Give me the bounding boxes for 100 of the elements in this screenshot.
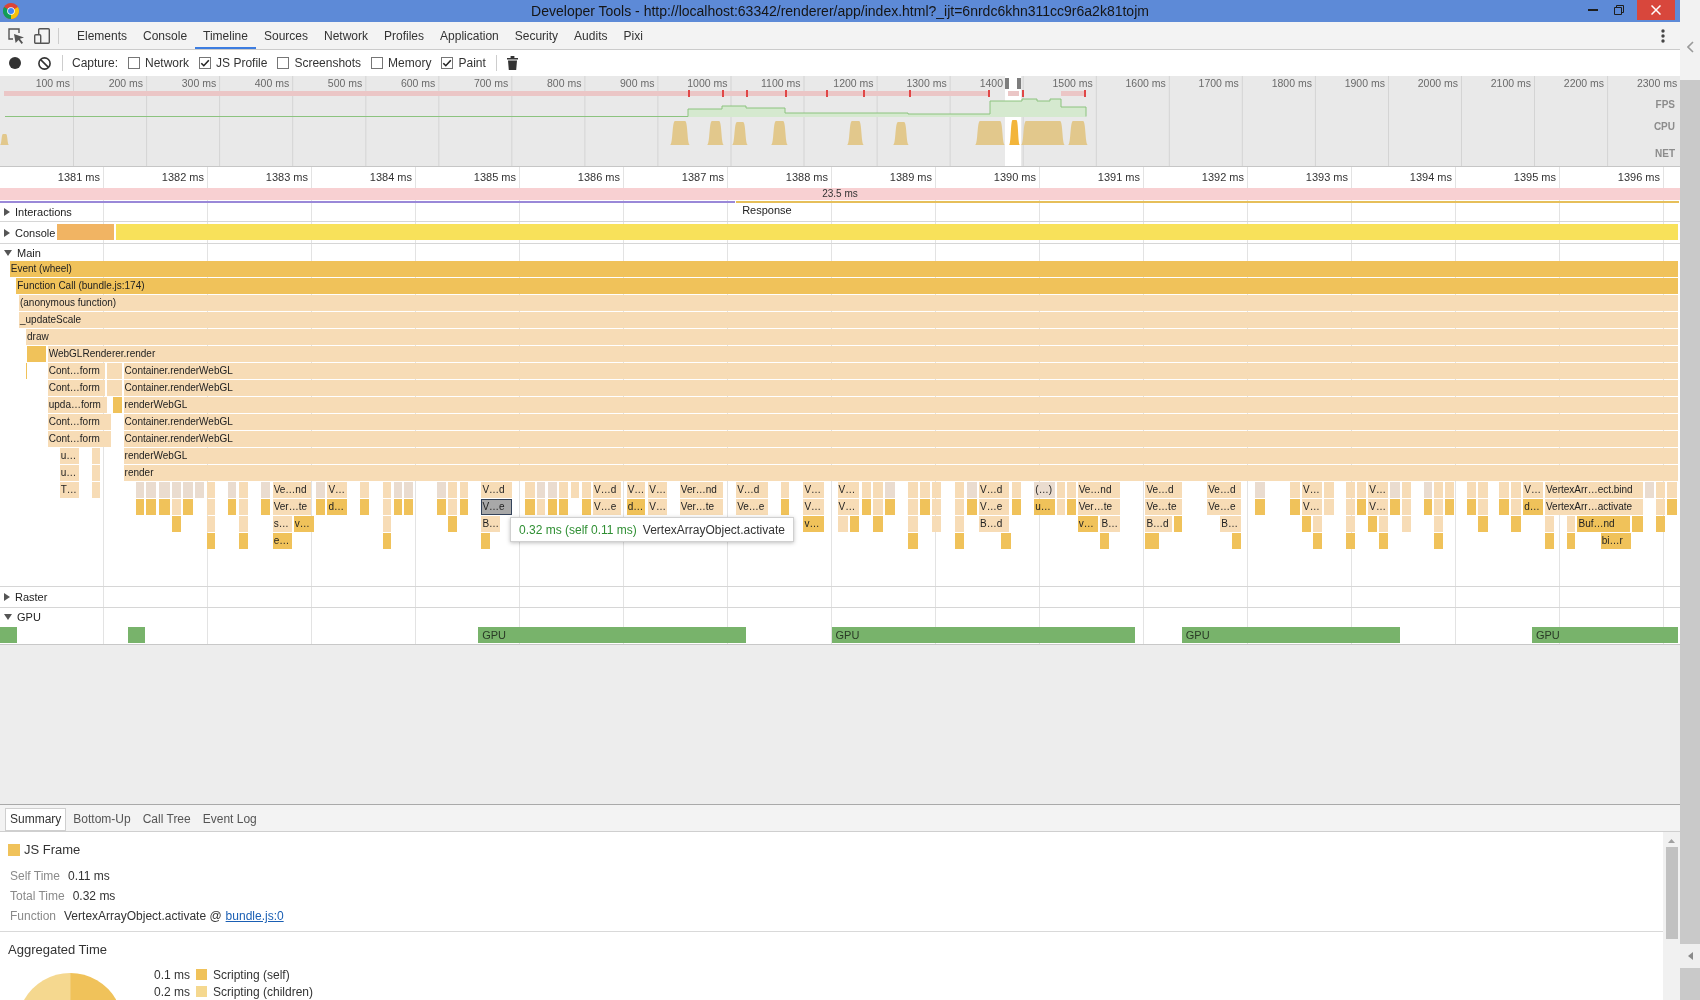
flame-chart-block[interactable] bbox=[537, 482, 546, 498]
details-tab[interactable]: Call Tree bbox=[137, 808, 196, 831]
flame-chart-block[interactable] bbox=[135, 499, 145, 515]
panel-tab[interactable]: Elements bbox=[69, 22, 136, 49]
flame-chart-block[interactable] bbox=[135, 482, 145, 498]
flame-chart-block[interactable] bbox=[1323, 482, 1334, 498]
flame-chart-block[interactable] bbox=[1401, 482, 1411, 498]
flame-chart-block[interactable] bbox=[581, 482, 591, 498]
flame-chart-block[interactable] bbox=[158, 499, 170, 515]
flame-chart-block[interactable]: V… bbox=[648, 482, 667, 498]
interaction-line[interactable] bbox=[736, 201, 1679, 203]
flame-chart-block[interactable] bbox=[1173, 516, 1182, 532]
flame-chart-block[interactable] bbox=[1346, 482, 1356, 498]
flame-chart-block[interactable] bbox=[1357, 499, 1367, 515]
flame-chart-block[interactable]: Cont…form bbox=[47, 414, 112, 430]
flame-chart-block[interactable]: V… bbox=[837, 499, 859, 515]
flame-chart-block[interactable]: V… bbox=[1368, 482, 1389, 498]
flame-chart-block[interactable] bbox=[1445, 499, 1454, 515]
flame-chart-block[interactable] bbox=[316, 499, 325, 515]
flame-chart-block[interactable] bbox=[1346, 533, 1356, 549]
flame-chart-block[interactable]: Ve…d bbox=[1207, 482, 1242, 498]
flame-chart-block[interactable] bbox=[1656, 482, 1665, 498]
flame-chart-block[interactable] bbox=[1346, 499, 1356, 515]
track-header[interactable]: GPU bbox=[0, 608, 41, 626]
flame-chart-block[interactable] bbox=[581, 499, 591, 515]
flame-chart-block[interactable] bbox=[1544, 516, 1554, 532]
flame-chart-block[interactable] bbox=[1466, 482, 1476, 498]
flame-chart-block[interactable]: B…d bbox=[1145, 516, 1172, 532]
flame-chart-block[interactable]: v… bbox=[293, 516, 315, 532]
flame-chart-block[interactable]: Event (wheel) bbox=[9, 261, 1678, 277]
flame-chart-block[interactable] bbox=[27, 346, 46, 362]
flame-chart-block[interactable]: V… bbox=[648, 499, 667, 515]
flame-chart-block[interactable] bbox=[932, 516, 942, 532]
flame-chart-block[interactable] bbox=[459, 499, 469, 515]
flame-chart-block[interactable]: v… bbox=[803, 516, 825, 532]
flame-chart-block[interactable] bbox=[239, 482, 249, 498]
scrollbar-thumb[interactable] bbox=[1665, 847, 1678, 939]
flame-chart-block[interactable] bbox=[1434, 533, 1444, 549]
triangle-up-icon[interactable] bbox=[1668, 839, 1675, 843]
flame-chart-block[interactable] bbox=[239, 499, 249, 515]
flame-chart-block[interactable] bbox=[1401, 516, 1411, 532]
flame-chart-block[interactable] bbox=[481, 533, 491, 549]
flame-chart-block[interactable] bbox=[1368, 516, 1377, 532]
flame-chart-block[interactable] bbox=[955, 482, 965, 498]
panel-tab[interactable]: Sources bbox=[255, 22, 316, 49]
flame-chart-block[interactable] bbox=[932, 482, 942, 498]
checkbox[interactable] bbox=[371, 57, 384, 69]
pointer-in-box-icon[interactable] bbox=[8, 27, 24, 44]
flame-chart-block[interactable]: WebGLRenderer.render bbox=[47, 346, 1678, 362]
flame-chart-block[interactable]: V… bbox=[1368, 499, 1389, 515]
panel-tab[interactable]: Application bbox=[432, 22, 507, 49]
flame-chart-block[interactable]: d… bbox=[327, 499, 347, 515]
panel-tab[interactable]: Audits bbox=[566, 22, 616, 49]
flame-chart-block[interactable]: VertexArr…ect.bind bbox=[1544, 482, 1644, 498]
flame-chart-block[interactable]: Container.renderWebGL bbox=[123, 380, 1678, 396]
panel-tab[interactable]: Network bbox=[316, 22, 376, 49]
console-event-bar[interactable] bbox=[116, 224, 1678, 240]
flame-chart-block[interactable]: u… bbox=[59, 465, 80, 481]
flame-chart-block[interactable] bbox=[404, 482, 414, 498]
flame-chart-block[interactable] bbox=[884, 499, 895, 515]
gpu-task-bar[interactable]: GPU bbox=[1531, 627, 1678, 643]
flame-chart-block[interactable]: Buf…nd bbox=[1577, 516, 1630, 532]
flame-chart-block[interactable] bbox=[172, 516, 181, 532]
flame-chart-block[interactable]: v… bbox=[1077, 516, 1099, 532]
flame-chart-block[interactable]: Ve…nd bbox=[1077, 482, 1121, 498]
flame-chart-block[interactable]: d… bbox=[1523, 499, 1543, 515]
flame-chart-block[interactable] bbox=[107, 363, 122, 379]
flame-chart-block[interactable] bbox=[1057, 482, 1065, 498]
flame-chart-block[interactable] bbox=[955, 499, 965, 515]
flame-chart-block[interactable] bbox=[932, 499, 942, 515]
flame-chart-block[interactable] bbox=[1544, 533, 1554, 549]
flame-chart-block[interactable]: upda…form bbox=[47, 397, 108, 413]
flame-chart-block[interactable] bbox=[850, 516, 859, 532]
flame-chart-block[interactable] bbox=[861, 482, 871, 498]
flame-chart-block[interactable]: V… bbox=[803, 482, 825, 498]
trash-icon[interactable] bbox=[506, 56, 518, 70]
flame-chart-block[interactable]: VertexArr…activate bbox=[1544, 499, 1644, 515]
gpu-task-bar[interactable]: GPU bbox=[478, 627, 746, 643]
flame-chart-block[interactable]: V…d bbox=[593, 482, 622, 498]
flame-chart-block[interactable] bbox=[908, 482, 918, 498]
flame-chart-block[interactable]: u… bbox=[1034, 499, 1055, 515]
flame-chart-block[interactable] bbox=[1445, 482, 1454, 498]
flame-chart-block[interactable] bbox=[1379, 516, 1389, 532]
flame-chart-block[interactable]: Ver…te bbox=[679, 499, 723, 515]
flame-chart-block[interactable]: Ver…te bbox=[1077, 499, 1121, 515]
record-icon[interactable] bbox=[9, 57, 21, 69]
flame-chart-block[interactable] bbox=[112, 397, 122, 413]
flame-chart-block[interactable] bbox=[1323, 499, 1334, 515]
checkbox[interactable] bbox=[199, 57, 212, 69]
source-link[interactable]: bundle.js:0 bbox=[225, 909, 284, 923]
flame-chart-block[interactable]: draw bbox=[26, 329, 1678, 345]
checkbox[interactable] bbox=[128, 57, 141, 69]
flame-chart-block[interactable] bbox=[1632, 516, 1644, 532]
panel-tab[interactable]: Profiles bbox=[376, 22, 433, 49]
flame-chart-block[interactable] bbox=[448, 482, 458, 498]
flame-chart-block[interactable]: Cont…form bbox=[47, 363, 106, 379]
flame-chart-block[interactable]: Container.renderWebGL bbox=[123, 363, 1678, 379]
flame-chart-block[interactable] bbox=[172, 482, 181, 498]
panel-tab[interactable]: Pixi bbox=[615, 22, 651, 49]
flame-chart-block[interactable]: (…) bbox=[1034, 482, 1055, 498]
